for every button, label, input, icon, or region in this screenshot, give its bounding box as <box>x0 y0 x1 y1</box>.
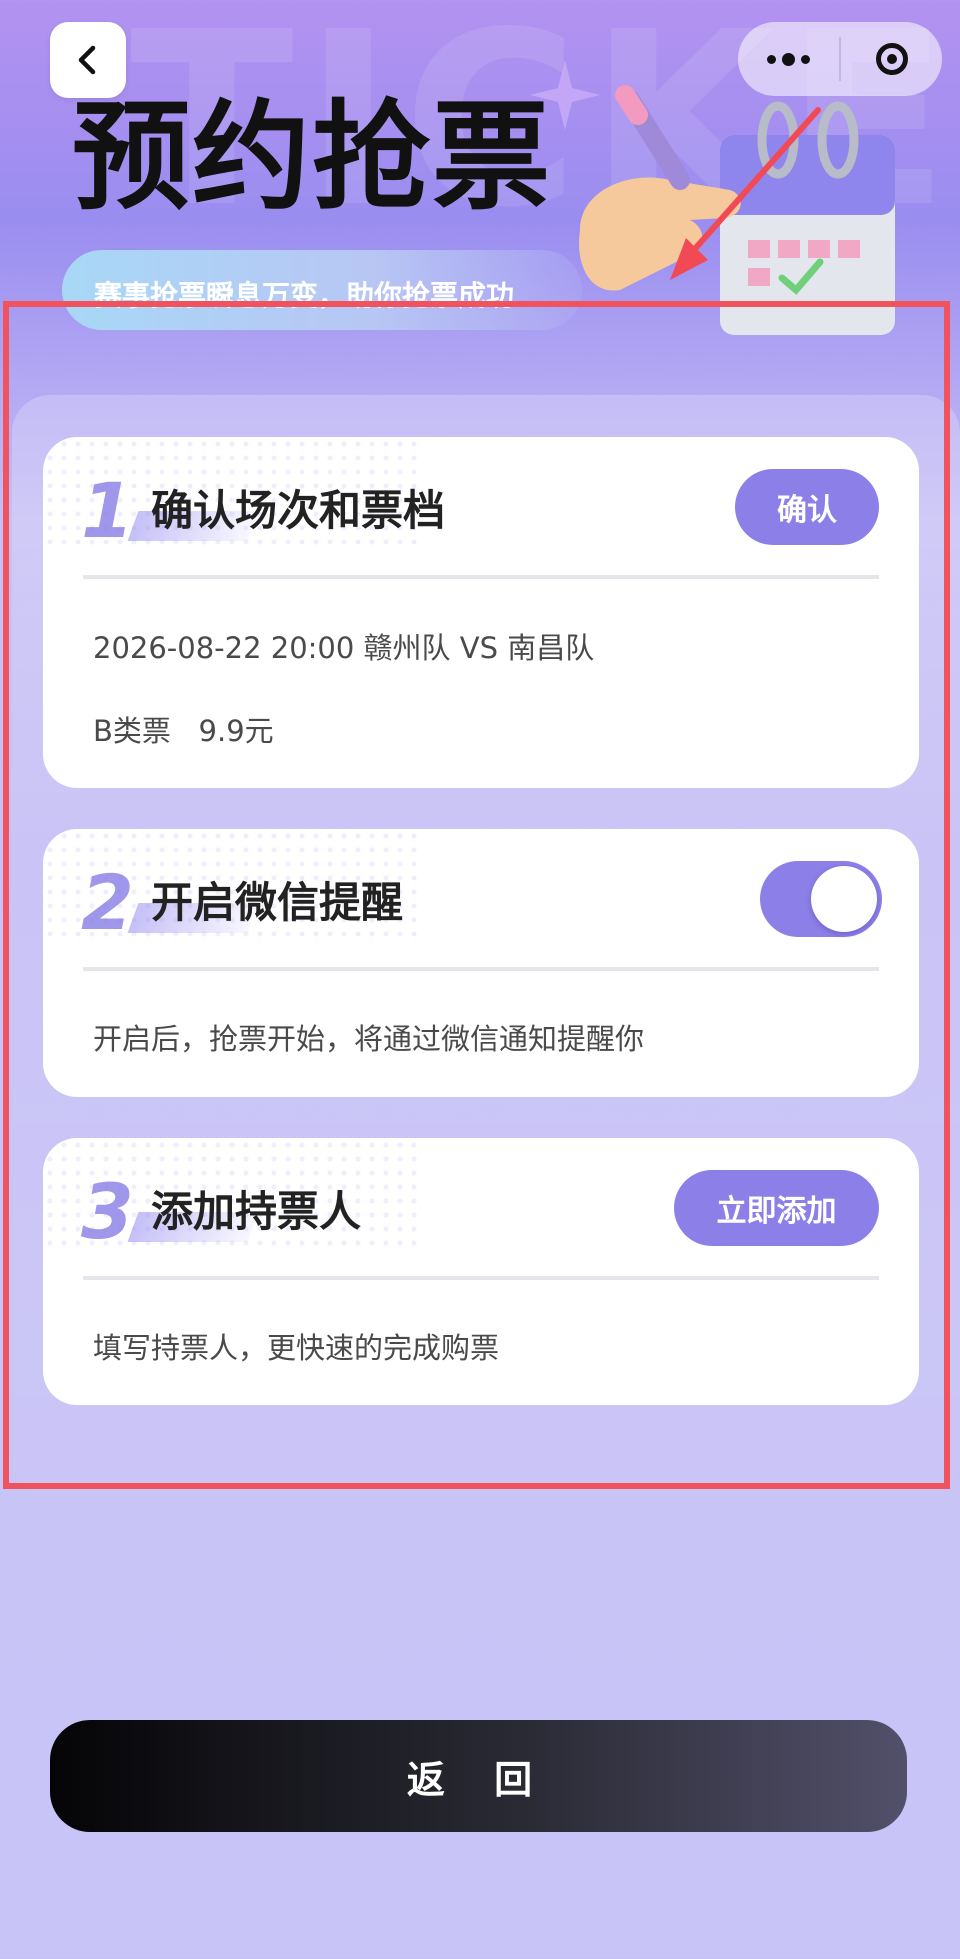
toggle-knob <box>811 866 877 932</box>
card-divider <box>83 967 879 971</box>
step-title: 确认场次和票档 <box>151 486 446 535</box>
page-title: 预约抢票 <box>72 88 553 226</box>
confirm-button[interactable]: 确认 <box>735 469 879 545</box>
card-divider <box>83 1276 879 1280</box>
step-number: 3 <box>81 1167 134 1256</box>
step-number: 2 <box>81 858 134 947</box>
step-title: 添加持票人 <box>151 1187 362 1236</box>
add-holder-button[interactable]: 立即添加 <box>674 1170 879 1246</box>
page-subtitle: 赛事抢票瞬息万变，助你抢票成功 <box>62 250 582 330</box>
sparkle-icon <box>530 60 600 130</box>
match-info: 2026-08-22 20:00 赣州队 VS 南昌队 <box>93 631 595 665</box>
step-card-add-holder: 3 添加持票人 立即添加 填写持票人，更快速的完成购票 <box>43 1138 919 1405</box>
chevron-left-icon <box>78 45 96 75</box>
reminder-description: 开启后，抢票开始，将通过微信通知提醒你 <box>93 1022 645 1056</box>
return-button[interactable]: 返 回 <box>50 1720 907 1832</box>
step-number: 1 <box>81 466 134 555</box>
wechat-reminder-toggle[interactable] <box>760 861 882 937</box>
step-card-wechat-reminder: 2 开启微信提醒 开启后，抢票开始，将通过微信通知提醒你 <box>43 829 919 1097</box>
step-title: 开启微信提醒 <box>151 878 404 927</box>
ticket-tier-price: B类票 9.9元 <box>93 714 274 748</box>
holder-description: 填写持票人，更快速的完成购票 <box>93 1331 500 1365</box>
card-divider <box>83 575 879 579</box>
back-button[interactable] <box>50 22 126 98</box>
calendar-hand-illustration <box>530 60 895 335</box>
step-card-confirm: 1 确认场次和票档 确认 2026-08-22 20:00 赣州队 VS 南昌队… <box>43 437 919 788</box>
